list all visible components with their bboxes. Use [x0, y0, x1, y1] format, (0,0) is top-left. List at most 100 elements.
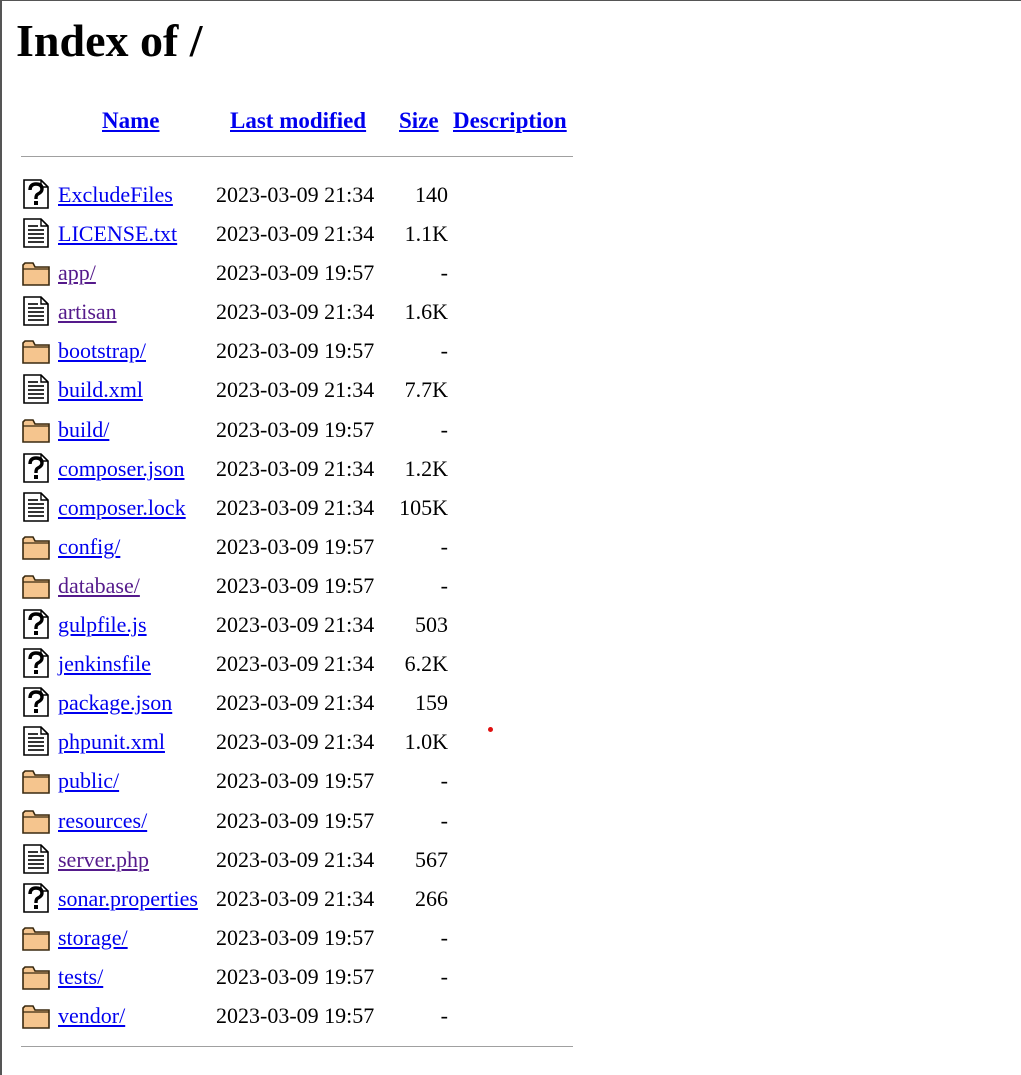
file-link[interactable]: build/ [58, 417, 109, 442]
size-cell: 159 [415, 690, 448, 716]
last-modified-cell: 2023-03-09 21:34 [216, 455, 375, 481]
folder-icon [21, 764, 51, 796]
folder-icon [21, 999, 51, 1031]
file-link[interactable]: LICENSE.txt [58, 221, 177, 246]
last-modified-cell: 2023-03-09 19:57 [216, 572, 375, 598]
last-modified-cell: 2023-03-09 19:57 [216, 807, 375, 833]
unknown-file-icon [21, 452, 51, 484]
last-modified-cell: 2023-03-09 19:57 [216, 416, 375, 442]
last-modified-cell: 2023-03-09 19:57 [216, 1002, 375, 1028]
size-cell: 1.6K [404, 299, 448, 325]
folder-icon [21, 530, 51, 562]
text-file-icon [21, 295, 51, 327]
header-divider [21, 156, 573, 157]
column-header-row: Name Last modified Size Description [2, 108, 602, 142]
last-modified-cell: 2023-03-09 21:34 [216, 221, 375, 247]
last-modified-cell: 2023-03-09 21:34 [216, 690, 375, 716]
file-name-cell: database/ [58, 566, 140, 605]
file-link[interactable]: package.json [58, 690, 172, 715]
size-cell: 266 [415, 885, 448, 911]
sort-by-size-link[interactable]: Size [399, 108, 439, 134]
size-cell: - [440, 924, 448, 950]
size-cell: - [440, 1002, 448, 1028]
file-name-cell: server.php [58, 840, 149, 879]
file-link[interactable]: phpunit.xml [58, 729, 165, 754]
file-link[interactable]: artisan [58, 299, 117, 324]
last-modified-cell: 2023-03-09 21:34 [216, 729, 375, 755]
last-modified-cell: 2023-03-09 21:34 [216, 885, 375, 911]
last-modified-cell: 2023-03-09 19:57 [216, 963, 375, 989]
file-link[interactable]: public/ [58, 768, 119, 793]
file-link[interactable]: storage/ [58, 925, 128, 950]
last-modified-cell: 2023-03-09 21:34 [216, 494, 375, 520]
file-link[interactable]: config/ [58, 534, 120, 559]
file-name-cell: package.json [58, 683, 172, 722]
file-name-cell: config/ [58, 527, 120, 566]
sort-by-name-link[interactable]: Name [102, 108, 159, 134]
folder-icon [21, 921, 51, 953]
last-modified-cell: 2023-03-09 21:34 [216, 651, 375, 677]
file-link[interactable]: bootstrap/ [58, 338, 146, 363]
text-file-icon [21, 491, 51, 523]
last-modified-cell: 2023-03-09 21:34 [216, 299, 375, 325]
last-modified-cell: 2023-03-09 19:57 [216, 768, 375, 794]
last-modified-cell: 2023-03-09 21:34 [216, 612, 375, 638]
size-cell: 140 [415, 182, 448, 207]
file-link[interactable]: jenkinsfile [58, 651, 151, 676]
file-name-cell: public/ [58, 761, 119, 800]
file-name-cell: jenkinsfile [58, 644, 151, 683]
folder-icon [21, 334, 51, 366]
last-modified-cell: 2023-03-09 19:57 [216, 533, 375, 559]
file-name-cell: tests/ [58, 957, 103, 996]
folder-icon [21, 413, 51, 445]
unknown-file-icon [21, 647, 51, 679]
footer-divider [21, 1046, 573, 1047]
file-name-cell: vendor/ [58, 996, 125, 1035]
file-link[interactable]: database/ [58, 573, 140, 598]
sort-by-description-link[interactable]: Description [453, 108, 567, 134]
last-modified-cell: 2023-03-09 21:34 [216, 377, 375, 403]
folder-icon [21, 569, 51, 601]
file-link[interactable]: vendor/ [58, 1003, 125, 1028]
size-cell: 7.7K [404, 377, 448, 403]
unknown-file-icon [21, 608, 51, 640]
red-dot-marker [488, 727, 493, 732]
size-cell: - [440, 963, 448, 989]
file-name-cell: build.xml [58, 370, 143, 409]
file-link[interactable]: app/ [58, 260, 96, 285]
text-file-icon [21, 843, 51, 875]
file-link[interactable]: resources/ [58, 808, 147, 833]
size-cell: 105K [399, 494, 448, 520]
size-cell: 6.2K [404, 651, 448, 677]
text-file-icon [21, 217, 51, 249]
page-title: Index of / [16, 15, 203, 66]
size-cell: - [440, 338, 448, 364]
file-link[interactable]: sonar.properties [58, 886, 198, 911]
size-cell: - [440, 260, 448, 286]
file-name-cell: ExcludeFiles [58, 175, 173, 214]
file-link[interactable]: composer.json [58, 456, 185, 481]
size-cell: - [440, 572, 448, 598]
size-cell: - [440, 533, 448, 559]
file-name-cell: build/ [58, 410, 109, 449]
size-cell: - [440, 807, 448, 833]
file-link[interactable]: gulpfile.js [58, 612, 147, 637]
file-link[interactable]: composer.lock [58, 495, 186, 520]
last-modified-cell: 2023-03-09 19:57 [216, 338, 375, 364]
last-modified-cell: 2023-03-09 19:57 [216, 260, 375, 286]
sort-by-last-modified-link[interactable]: Last modified [230, 108, 366, 134]
file-link[interactable]: build.xml [58, 377, 143, 402]
file-link[interactable]: ExcludeFiles [58, 182, 173, 207]
file-link[interactable]: tests/ [58, 964, 103, 989]
size-cell: - [440, 768, 448, 794]
unknown-file-icon [21, 686, 51, 718]
text-file-icon [21, 373, 51, 405]
file-name-cell: gulpfile.js [58, 605, 147, 644]
folder-icon [21, 804, 51, 836]
size-cell: 567 [415, 846, 448, 872]
file-link[interactable]: server.php [58, 847, 149, 872]
file-name-cell: composer.lock [58, 488, 186, 527]
folder-icon [21, 256, 51, 288]
file-name-cell: bootstrap/ [58, 331, 146, 370]
text-file-icon [21, 725, 51, 757]
